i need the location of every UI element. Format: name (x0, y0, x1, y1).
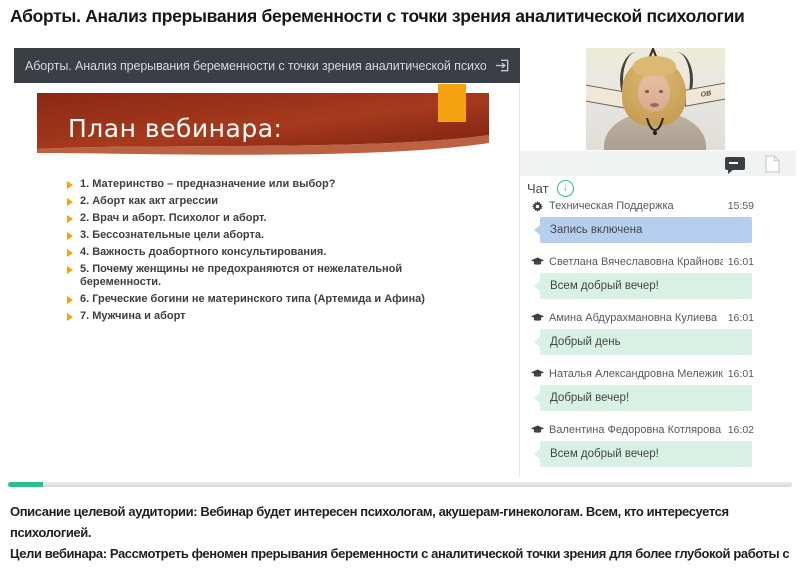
chat-text: Добрый день (550, 336, 621, 348)
chat-message-header: Светлана Вячеславовна Крайнова 16:01 (528, 256, 754, 268)
slide-orange-accent (438, 84, 466, 122)
chat-text: Запись включена (550, 224, 642, 236)
chat-icon[interactable] (725, 157, 745, 170)
graduation-cap-icon (531, 313, 544, 323)
chat-bubble: Добрый вечер! (540, 385, 752, 411)
chat-text: Всем добрый вечер! (550, 280, 659, 292)
panel-toolbar (520, 151, 796, 176)
chat-title: Чат (527, 181, 549, 196)
slide-bullet-item: 2. Аборт как акт агрессии (67, 195, 435, 208)
slide-bullet-item: 3. Бессознательные цели аборта. (67, 229, 435, 242)
chat-message: Светлана Вячеславовна Крайнова 16:01 Всем … (528, 256, 754, 299)
player-header-title: Аборты. Анализ прерывания беременности с… (25, 59, 486, 73)
exit-fullscreen-icon[interactable] (494, 57, 511, 74)
chat-header: Чат ↓ (527, 180, 574, 197)
slide-bullet-item: 7. Мужчина и аборт (67, 310, 435, 323)
chat-message: Техническая Поддержка 15:59 Запись включен… (528, 200, 754, 243)
chat-message-header: Наталья Александровна Мележик 16:01 (528, 368, 754, 380)
slide-title: План вебинара: (68, 114, 282, 143)
chat-message-header: Техническая Поддержка 15:59 (528, 200, 754, 212)
chat-timestamp: 15:59 (728, 200, 754, 212)
graduation-cap-icon (531, 369, 544, 379)
progress-bar[interactable] (8, 482, 792, 487)
slide-banner: План вебинара: (37, 93, 489, 159)
graduation-cap-icon (531, 257, 544, 267)
chat-bubble: Запись включена (540, 217, 752, 243)
chat-timestamp: 16:01 (728, 312, 754, 324)
slide-bullet-item: 1. Материнство – предназначение или выбо… (67, 178, 435, 191)
chat-text: Всем добрый вечер! (550, 448, 659, 460)
chat-message-header: Амина Абдурахмановна Кулиева 16:01 (528, 312, 754, 324)
slide-bullet-item: 2. Врач и аборт. Психолог и аборт. (67, 212, 435, 225)
webinar-page: Аборты. Анализ прерывания беременности с… (0, 0, 800, 569)
chat-timestamp: 16:01 (728, 256, 754, 268)
player-header: Аборты. Анализ прерывания беременности с… (14, 48, 520, 83)
progress-fill (8, 482, 43, 487)
speaker-eye (659, 90, 663, 93)
slide: План вебинара: 1. Материнство – предназн… (14, 83, 517, 477)
chat-message: Наталья Александровна Мележик 16:01 Добрый… (528, 368, 754, 411)
chat-author: Наталья Александровна Мележик (549, 368, 723, 380)
speaker-video[interactable]: ОВ (586, 48, 725, 150)
chat-timestamp: 16:02 (728, 424, 754, 436)
goals-description: Цели вебинара: Рассмотреть феномен преры… (10, 543, 796, 569)
slide-bullet-item: 5. Почему женщины не предохраняются от н… (67, 263, 435, 289)
chat-author: Амина Абдурахмановна Кулиева (549, 312, 717, 324)
speaker-eye (645, 90, 649, 93)
slide-bullet-item: 4. Важность доабортного консультирования… (67, 246, 435, 259)
scroll-down-icon[interactable]: ↓ (557, 180, 574, 197)
chat-message: Амина Абдурахмановна Кулиева 16:01 Добрый … (528, 312, 754, 355)
chat-text: Добрый вечер! (550, 392, 629, 404)
chat-message: Валентина Федоровна Котлярова 16:02 Всем д… (528, 424, 754, 467)
gear-icon (531, 201, 544, 212)
chat-messages: Техническая Поддержка 15:59 Запись включен… (528, 200, 754, 480)
document-icon[interactable] (765, 155, 780, 173)
chat-bubble: Добрый день (540, 329, 752, 355)
audience-description: Описание целевой аудитории: Вебинар буде… (10, 501, 796, 543)
speaker-mouth (650, 103, 659, 107)
chat-message-header: Валентина Федоровна Котлярова 16:02 (528, 424, 754, 436)
slide-bullet-list: 1. Материнство – предназначение или выбо… (67, 178, 477, 327)
chat-author: Светлана Вячеславовна Крайнова (549, 256, 723, 268)
chat-bubble: Всем добрый вечер! (540, 441, 752, 467)
panel-divider (519, 83, 520, 477)
chat-timestamp: 16:01 (728, 368, 754, 380)
chat-author: Техническая Поддержка (549, 200, 674, 212)
graduation-cap-icon (531, 425, 544, 435)
page-description: Описание целевой аудитории: Вебинар буде… (10, 501, 796, 569)
speaker-bangs (633, 56, 676, 76)
chat-author: Валентина Федоровна Котлярова (549, 424, 721, 436)
page-title: Аборты. Анализ прерывания беременности с… (10, 5, 794, 28)
slide-bullet-item: 6. Греческие богини не материнского типа… (67, 293, 435, 306)
chat-bubble: Всем добрый вечер! (540, 273, 752, 299)
